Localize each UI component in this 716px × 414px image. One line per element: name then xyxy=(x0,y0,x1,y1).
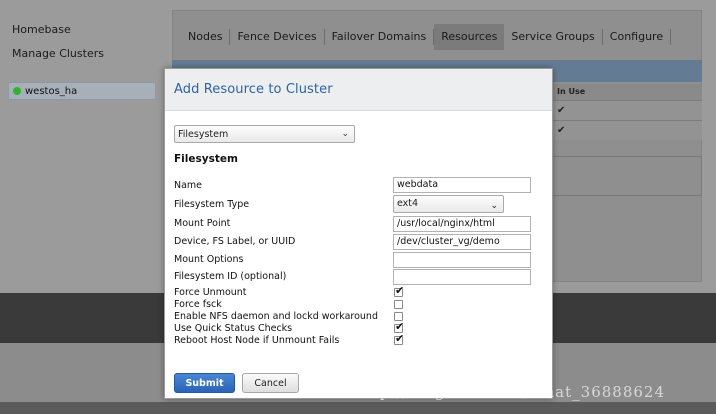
fs-type-select[interactable]: ext4 ⌄ xyxy=(393,195,504,213)
nfs-workaround-label: Enable NFS daemon and lockd workaround xyxy=(174,311,378,322)
add-resource-dialog: Add Resource to Cluster Filesystem ⌄ Fil… xyxy=(164,68,553,399)
mount-point-input[interactable]: /usr/local/nginx/html xyxy=(393,216,531,232)
checkmark-icon: ✔ xyxy=(395,284,405,297)
table-row: ✔ xyxy=(552,100,702,120)
nav-manage-clusters[interactable]: Manage Clusters xyxy=(12,42,104,66)
force-fsck-label: Force fsck xyxy=(174,299,222,310)
dialog-title: Add Resource to Cluster xyxy=(174,82,333,97)
reboot-host-checkbox[interactable]: ✔ xyxy=(394,332,404,345)
resources-table: In Use ✔ ✔ xyxy=(552,84,702,140)
mount-options-label: Mount Options xyxy=(174,254,244,265)
tab-nodes[interactable]: Nodes xyxy=(181,29,231,45)
tab-service-groups[interactable]: Service Groups xyxy=(504,29,603,45)
resource-details-box xyxy=(552,156,702,196)
cluster-list-item[interactable]: westos_ha xyxy=(8,82,156,100)
tab-configure[interactable]: Configure xyxy=(603,29,672,45)
resource-type-value: Filesystem xyxy=(178,128,229,140)
watermark-text: http://blog.csdn.net/sinat_36888624 xyxy=(355,383,666,401)
fsid-input[interactable] xyxy=(393,269,531,285)
tab-fence-devices[interactable]: Fence Devices xyxy=(230,29,325,45)
tab-failover-domains[interactable]: Failover Domains xyxy=(325,29,435,45)
reboot-host-label: Reboot Host Node if Unmount Fails xyxy=(174,335,340,346)
name-label: Name xyxy=(174,180,203,191)
tab-resources[interactable]: Resources xyxy=(434,24,505,50)
left-nav: Homebase Manage Clusters xyxy=(12,18,104,66)
lower-strip xyxy=(0,402,716,414)
quick-status-label: Use Quick Status Checks xyxy=(174,323,293,334)
submit-button[interactable]: Submit xyxy=(174,373,235,393)
cancel-button[interactable]: Cancel xyxy=(242,373,299,393)
cluster-name: westos_ha xyxy=(25,85,78,97)
force-unmount-checkbox[interactable]: ✔ xyxy=(394,284,404,297)
force-unmount-label: Force Unmount xyxy=(174,287,247,298)
force-fsck-checkbox[interactable] xyxy=(394,300,403,309)
resource-type-select[interactable]: Filesystem ⌄ xyxy=(174,125,355,143)
status-dot-icon xyxy=(13,87,21,95)
name-input[interactable]: webdata xyxy=(393,177,531,193)
dialog-header: Add Resource to Cluster xyxy=(165,69,552,111)
section-title: Filesystem xyxy=(174,153,238,165)
table-row: ✔ xyxy=(552,120,702,140)
fs-type-value: ext4 xyxy=(397,198,419,209)
mount-point-label: Mount Point xyxy=(174,218,231,229)
device-input[interactable]: /dev/cluster_vg/demo xyxy=(393,234,531,250)
table-header-in-use: In Use xyxy=(552,84,702,100)
checkmark-icon: ✔ xyxy=(395,332,405,345)
chevron-down-icon: ⌄ xyxy=(490,201,498,211)
nav-homebase[interactable]: Homebase xyxy=(12,18,104,42)
device-label: Device, FS Label, or UUID xyxy=(174,236,296,247)
mount-options-input[interactable] xyxy=(393,252,531,268)
fsid-label: Filesystem ID (optional) xyxy=(174,271,287,282)
chevron-down-icon: ⌄ xyxy=(341,129,349,139)
cluster-tabs: Nodes Fence Devices Failover Domains Res… xyxy=(181,24,672,50)
fs-type-label: Filesystem Type xyxy=(174,199,250,210)
